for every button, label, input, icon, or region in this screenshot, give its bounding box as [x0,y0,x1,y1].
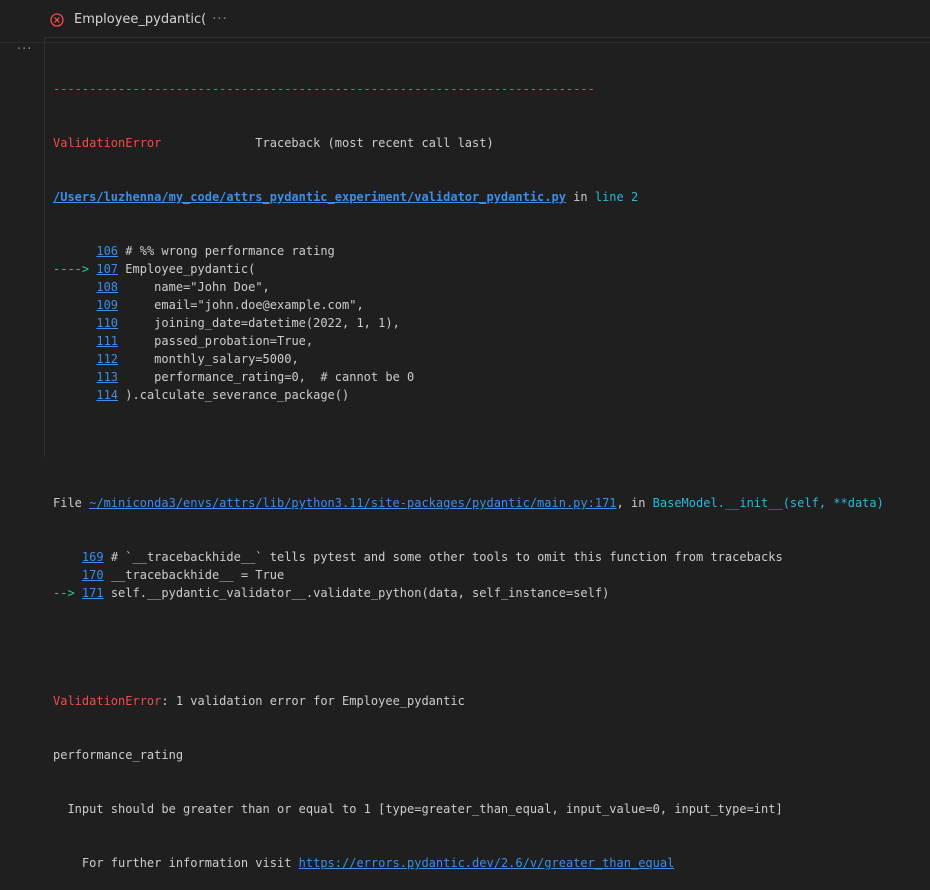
code-text: self.__pydantic_validator__.validate_pyt… [103,586,610,600]
line-number-link[interactable]: 169 [82,550,104,564]
traceback-header: ValidationError Traceback (most recent c… [53,134,923,152]
final-error-type: ValidationError [53,694,162,708]
line-ref: line 2 [594,190,639,204]
error-type: ValidationError [53,136,162,150]
cell-title-text: Employee_pydantic( [74,12,207,27]
final-error: ValidationError: 1 validation error for … [53,692,923,710]
code-text: joining_date=datetime(2022, 1, 1), [118,316,400,330]
error-detail: Input should be greater than or equal to… [53,802,783,816]
info-link[interactable]: https://errors.pydantic.dev/2.6/v/greate… [299,856,675,870]
field-name: performance_rating [53,748,184,762]
frame-2-function: BaseModel.__init__(self, **data) [652,496,884,510]
file-word: File [53,496,90,510]
code-text: performance_rating=0, # cannot be 0 [118,370,415,384]
code-line: 110 joining_date=datetime(2022, 1, 1), [53,314,923,332]
code-line: 170 __tracebackhide__ = True [53,566,923,584]
code-line: 109 email="john.doe@example.com", [53,296,923,314]
code-text: # %% wrong performance rating [118,244,335,258]
line-number-link[interactable]: 170 [82,568,104,582]
code-text: monthly_salary=5000, [118,352,299,366]
line-number-link[interactable]: 114 [96,388,118,402]
code-line: 111 passed_probation=True, [53,332,923,350]
frame-1-location: /Users/luzhenna/my_code/attrs_pydantic_e… [53,188,923,206]
code-text: # `__tracebackhide__` tells pytest and s… [103,550,783,564]
line-number-link[interactable]: 110 [96,316,118,330]
cell-title[interactable]: Employee_pydantic( ··· [74,12,228,27]
frame-2-code: 169 # `__tracebackhide__` tells pytest a… [53,548,923,602]
file-path-link[interactable]: /Users/luzhenna/my_code/attrs_pydantic_e… [53,190,566,204]
code-text: __tracebackhide__ = True [103,568,285,582]
line-number-link[interactable]: 113 [96,370,118,384]
more-icon[interactable]: ··· [212,12,227,27]
traceback-output: ----------------------------------------… [53,44,923,890]
error-status-icon [50,13,64,27]
separator-line: ----------------------------------------… [53,82,595,96]
info-line: For further information visit https://er… [53,854,923,872]
current-line-arrow: ----> [53,262,97,276]
code-line: 112 monthly_salary=5000, [53,350,923,368]
frame-2-location: File ~/miniconda3/envs/attrs/lib/python3… [53,494,923,512]
line-number-link[interactable]: 106 [96,244,118,258]
code-line: ----> 107 Employee_pydantic( [53,260,923,278]
frame-2-in: , in [616,496,653,510]
code-line: 106 # %% wrong performance rating [53,242,923,260]
code-line: 169 # `__tracebackhide__` tells pytest a… [53,548,923,566]
line-number-link[interactable]: 112 [96,352,118,366]
code-text: passed_probation=True, [118,334,314,348]
code-line: --> 171 self.__pydantic_validator__.vali… [53,584,923,602]
line-number-link[interactable]: 107 [96,262,118,276]
traceback-label: Traceback (most recent call last) [255,136,494,150]
in-word: in [565,190,595,204]
code-text: email="john.doe@example.com", [118,298,364,312]
line-number-link[interactable]: 108 [96,280,118,294]
code-text: ).calculate_severance_package() [118,388,350,402]
frame-1-code: 106 # %% wrong performance rating ----> 1… [53,242,923,404]
line-number-link[interactable]: 109 [96,298,118,312]
line-number-link[interactable]: 111 [96,334,118,348]
code-text: name="John Doe", [118,280,270,294]
final-error-message: : 1 validation error for Employee_pydant… [161,694,465,708]
code-line: 114 ).calculate_severance_package() [53,386,923,404]
frame-2-path-link[interactable]: ~/miniconda3/envs/attrs/lib/python3.11/s… [89,496,616,510]
code-line: 113 performance_rating=0, # cannot be 0 [53,368,923,386]
line-number-link[interactable]: 171 [82,586,104,600]
output-actions-icon[interactable]: ··· [17,42,32,57]
code-line: 108 name="John Doe", [53,278,923,296]
current-line-arrow: --> [53,586,82,600]
code-text: Employee_pydantic( [118,262,256,276]
info-prefix: For further information visit [53,856,299,870]
